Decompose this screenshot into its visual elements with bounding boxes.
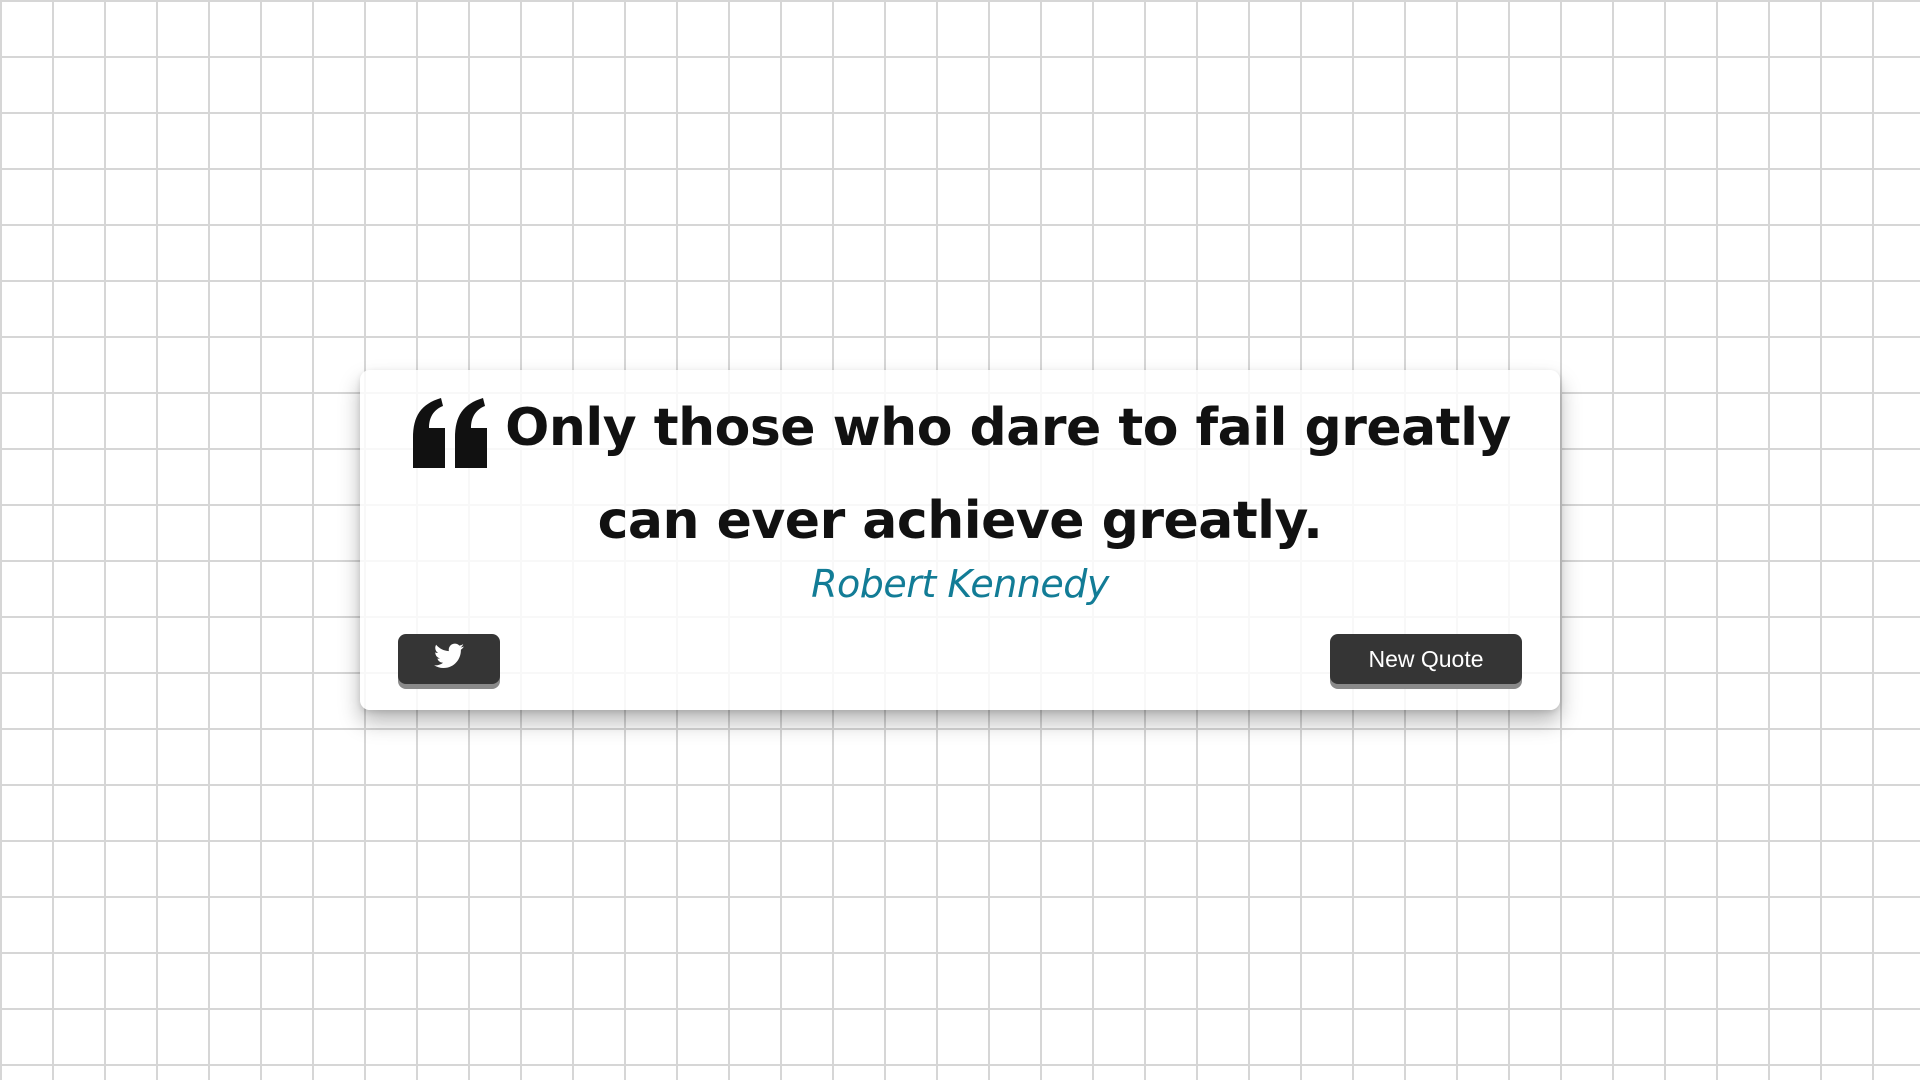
quote-left-icon <box>409 398 491 487</box>
quote-box: Only those who dare to fail greatly can … <box>360 370 1560 710</box>
quote-text-container: Only those who dare to fail greatly can … <box>400 394 1520 555</box>
new-quote-button[interactable]: New Quote <box>1330 634 1522 684</box>
quote-author: Robert Kennedy <box>811 562 1109 606</box>
tweet-quote-button[interactable] <box>398 634 500 684</box>
quote-text: Only those who dare to fail greatly can … <box>505 398 1511 551</box>
new-quote-label: New Quote <box>1368 645 1484 672</box>
twitter-icon <box>434 643 464 675</box>
